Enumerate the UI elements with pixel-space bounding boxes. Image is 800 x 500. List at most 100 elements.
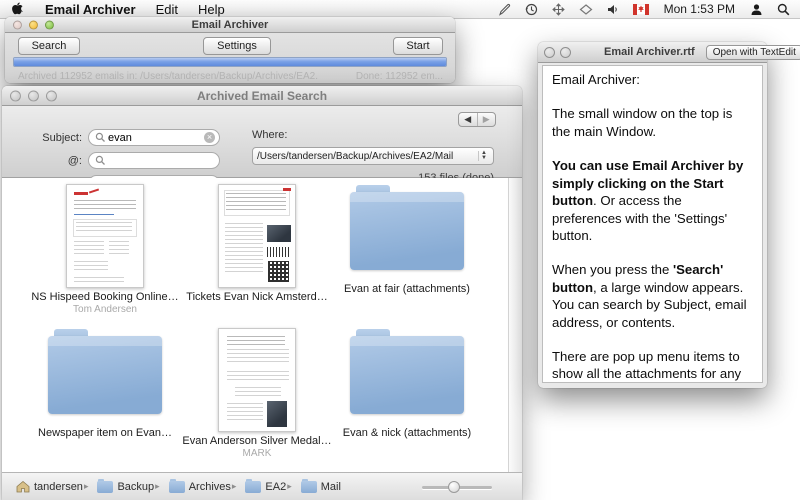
address-label: @: [2, 155, 82, 167]
file-name: Evan & nick (attachments) [332, 427, 482, 439]
path-crumb-ea2[interactable]: EA2▸ [245, 481, 296, 493]
where-value: /Users/tandersen/Backup/Archives/EA2/Mai… [257, 151, 478, 162]
file-tile[interactable]: Newspaper item on Evan… [30, 328, 180, 452]
quicklook-content: Email Archiver: The small window on the … [542, 65, 763, 383]
search-titlebar[interactable]: Archived Email Search [2, 86, 522, 106]
folder-icon [245, 481, 261, 493]
address-input[interactable] [108, 155, 215, 167]
close-button[interactable] [10, 90, 21, 101]
search-results-area: NS Hispeed Booking Online… Tom Andersen … [2, 178, 522, 472]
file-tile[interactable]: Evan at fair (attachments) [332, 184, 482, 308]
clear-icon[interactable]: × [204, 132, 215, 143]
search-toolbar: ◀ ▶ Subject: × @: Contents: Where: /User… [2, 106, 522, 178]
zoom-button[interactable] [46, 90, 57, 101]
file-tile[interactable]: NS Hispeed Booking Online… Tom Andersen [30, 184, 180, 316]
file-name: NS Hispeed Booking Online… [30, 291, 180, 303]
minimize-button[interactable] [29, 20, 38, 29]
where-label: Where: [252, 129, 287, 141]
apple-menu-icon[interactable] [12, 2, 25, 17]
folder-icon [48, 336, 162, 414]
quicklook-window: Email Archiver.rtf Open with TextEdit Em… [538, 42, 767, 388]
search-glass-icon [95, 132, 106, 143]
file-tile[interactable]: Tickets Evan Nick Amsterd… [182, 184, 332, 316]
search-window: Archived Email Search ◀ ▶ Subject: × @: … [2, 86, 522, 500]
icon-size-slider[interactable] [422, 486, 492, 489]
subject-search-field[interactable]: × [88, 129, 220, 146]
progress-bar [13, 57, 447, 67]
user-icon[interactable] [750, 3, 763, 16]
address-search-field[interactable] [88, 152, 220, 169]
subject-label: Subject: [2, 132, 82, 144]
open-with-texteditor-button[interactable]: Open with TextEdit [706, 45, 800, 60]
menu-clock[interactable]: Mon 1:53 PM [664, 2, 735, 16]
document-thumbnail [66, 184, 144, 288]
file-name: Evan Anderson Silver Medal… [182, 435, 332, 447]
file-tile[interactable]: Evan & nick (attachments) [332, 328, 482, 452]
file-subtitle [332, 440, 482, 452]
spotlight-icon[interactable] [777, 3, 790, 16]
where-popup[interactable]: /Users/tandersen/Backup/Archives/EA2/Mai… [252, 147, 494, 165]
folder-icon [350, 192, 464, 270]
archive-status-text: Archived 112952 emails in: /Users/tander… [18, 71, 318, 82]
done-count-text: Done: 112952 em... [356, 71, 443, 82]
paragraph: You can use Email Archiver by simply cli… [552, 157, 753, 244]
slider-knob[interactable] [448, 481, 460, 493]
paragraph: Email Archiver: [552, 71, 753, 88]
menu-help[interactable]: Help [188, 2, 235, 17]
diamond-icon[interactable] [579, 3, 593, 16]
file-subtitle [332, 296, 482, 308]
document-thumbnail [218, 184, 296, 288]
history-nav: ◀ ▶ [458, 112, 496, 127]
paragraph: When you press the 'Search' button, a la… [552, 261, 753, 331]
back-button[interactable]: ◀ [459, 113, 478, 126]
menu-edit[interactable]: Edit [146, 2, 188, 17]
file-subtitle: Tom Andersen [30, 304, 180, 316]
search-button[interactable]: Search [18, 37, 80, 55]
archiver-titlebar[interactable]: Email Archiver [5, 17, 455, 33]
close-icon[interactable] [544, 47, 555, 58]
time-machine-icon[interactable] [525, 3, 538, 16]
file-name: Newspaper item on Evan… [30, 427, 180, 439]
folder-icon [169, 481, 185, 493]
settings-button[interactable]: Settings [203, 37, 271, 55]
forward-button[interactable]: ▶ [478, 113, 496, 126]
folder-icon [350, 336, 464, 414]
paragraph: The small window on the top is the main … [552, 105, 753, 140]
canada-flag-icon[interactable] [633, 4, 649, 15]
home-icon [16, 480, 30, 493]
subject-input[interactable] [108, 132, 204, 144]
archiver-window: Email Archiver Search Settings Start Arc… [5, 17, 455, 83]
quicklook-title: Email Archiver.rtf [604, 46, 695, 58]
path-crumb-mail[interactable]: Mail [301, 481, 341, 493]
pen-icon[interactable] [498, 3, 511, 16]
folder-icon [97, 481, 113, 493]
file-name: Tickets Evan Nick Amsterd… [182, 291, 332, 303]
path-bar: tandersen▸ Backup▸ Archives▸ EA2▸ Mail [2, 472, 522, 500]
paragraph: There are pop up menu items to show all … [552, 348, 753, 383]
progress-fill [14, 58, 446, 66]
file-name: Evan at fair (attachments) [332, 283, 482, 295]
file-subtitle [30, 440, 180, 452]
close-button[interactable] [13, 20, 22, 29]
search-glass-icon [95, 155, 106, 166]
file-subtitle [182, 304, 332, 316]
start-button[interactable]: Start [393, 37, 443, 55]
popup-stepper-icon: ▲▼ [478, 151, 489, 161]
zoom-button[interactable] [45, 20, 54, 29]
window-title: Archived Email Search [2, 89, 522, 103]
quicklook-titlebar[interactable]: Email Archiver.rtf Open with TextEdit [538, 42, 767, 63]
path-crumb-home[interactable]: tandersen▸ [16, 480, 93, 493]
move-icon[interactable] [552, 3, 565, 16]
volume-icon[interactable] [607, 3, 619, 16]
window-title: Email Archiver [5, 19, 455, 31]
minimize-button[interactable] [28, 90, 39, 101]
path-crumb-archives[interactable]: Archives▸ [169, 481, 242, 493]
menu-app-name[interactable]: Email Archiver [35, 2, 146, 17]
zoom-icon[interactable] [560, 47, 571, 58]
path-crumb-backup[interactable]: Backup▸ [97, 481, 164, 493]
scrollbar-track[interactable] [508, 178, 522, 472]
file-tile[interactable]: Evan Anderson Silver Medal… MARK [182, 328, 332, 460]
folder-icon [301, 481, 317, 493]
file-subtitle: MARK [182, 448, 332, 460]
document-thumbnail [218, 328, 296, 432]
